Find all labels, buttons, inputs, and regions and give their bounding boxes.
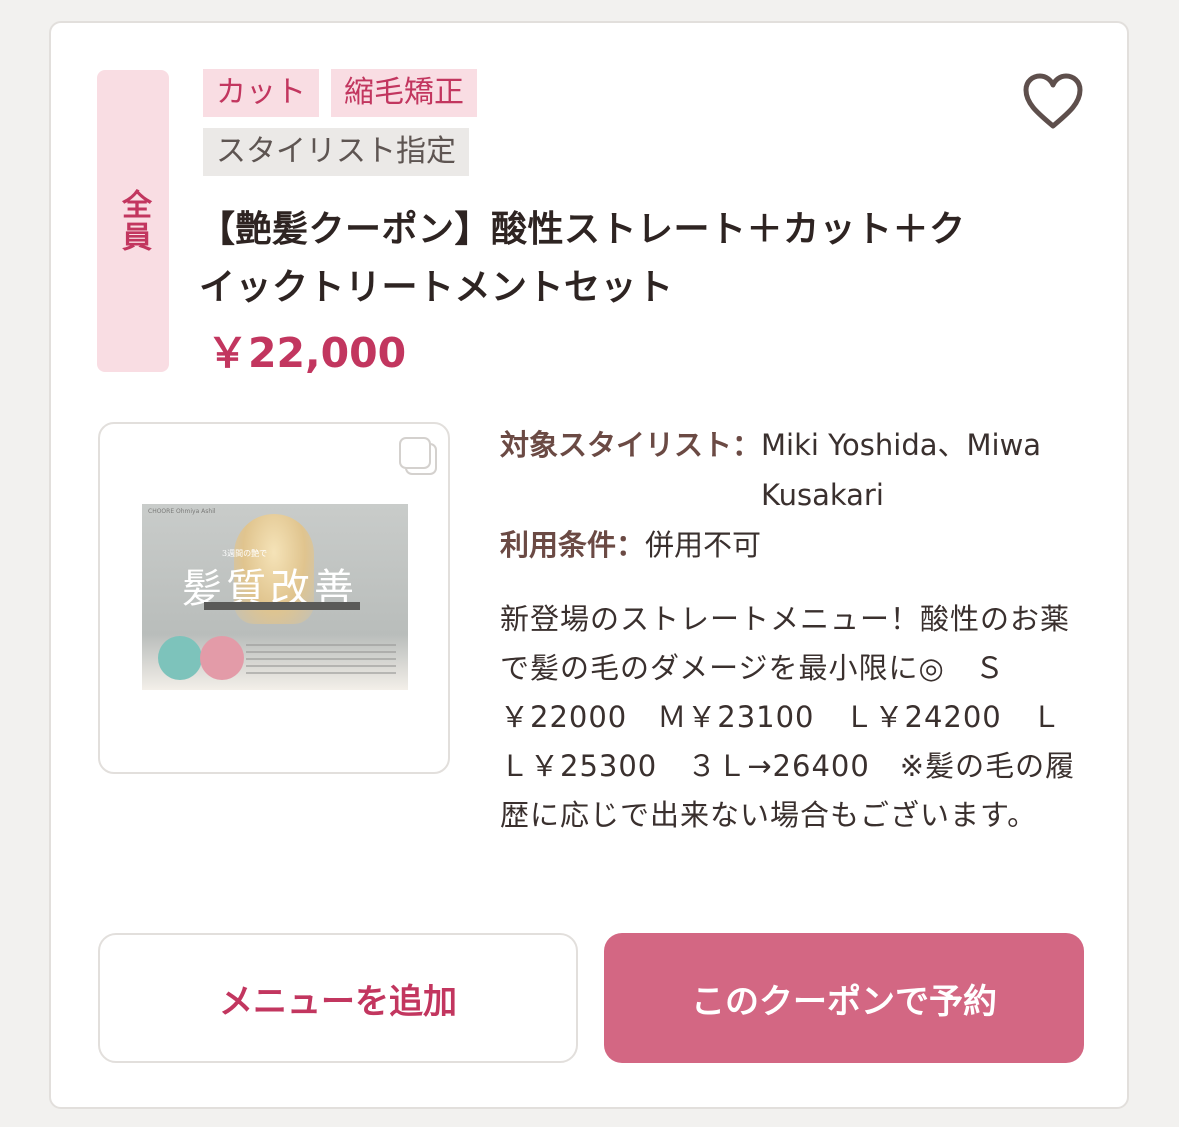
stylists-row: 対象スタイリスト： Miki Yoshida、Miwa Kusakari [500,420,1090,520]
multiple-images-icon [399,437,437,475]
coupon-description: 新登場のストレートメニュー！酸性のお薬で髪の毛のダメージを最小限に◎ Ｓ￥220… [500,602,1076,832]
conditions-value: 併用不可 [645,528,762,562]
add-menu-button[interactable]: メニューを追加 [98,933,578,1063]
tag-straightening: 縮毛矯正 [331,69,477,117]
favorite-button[interactable] [1019,69,1087,133]
conditions-row: 利用条件： 併用不可 [500,520,1090,570]
image-header-text: CHOORE Ohmiya Ashil [148,508,216,515]
coupon-card: 全員 カット 縮毛矯正 スタイリスト指定 【艶髪クーポン】酸性ストレート＋カット… [49,21,1129,1109]
stylists-value: Miki Yoshida、Miwa Kusakari [761,428,1042,512]
tag-cut: カット [203,69,319,117]
coupon-photo: CHOORE Ohmiya Ashil 3週間の艶で 髪質改善 [142,504,408,690]
stylists-label: 対象スタイリスト： [500,428,762,462]
coupon-details: 対象スタイリスト： Miki Yoshida、Miwa Kusakari 利用条… [500,420,1090,840]
coupon-price: ￥22,000 [207,329,407,377]
image-small-text [246,644,396,674]
tag-stylist-designation: スタイリスト指定 [203,128,469,176]
image-circle-pink [200,636,244,680]
image-bar [204,602,360,610]
coupon-title: 【艶髪クーポン】酸性ストレート＋カット＋クイックトリートメントセット [199,209,966,308]
reserve-coupon-button[interactable]: このクーポンで予約 [604,933,1084,1063]
coupon-image[interactable]: CHOORE Ohmiya Ashil 3週間の艶で 髪質改善 [98,422,450,774]
target-badge: 全員 [97,70,169,372]
tag-list: カット 縮毛矯正 スタイリスト指定 [203,69,963,187]
target-label: 全員 [116,189,151,253]
conditions-label: 利用条件： [500,528,646,562]
heart-outline-icon [1023,73,1083,129]
image-circle-teal [158,636,202,680]
